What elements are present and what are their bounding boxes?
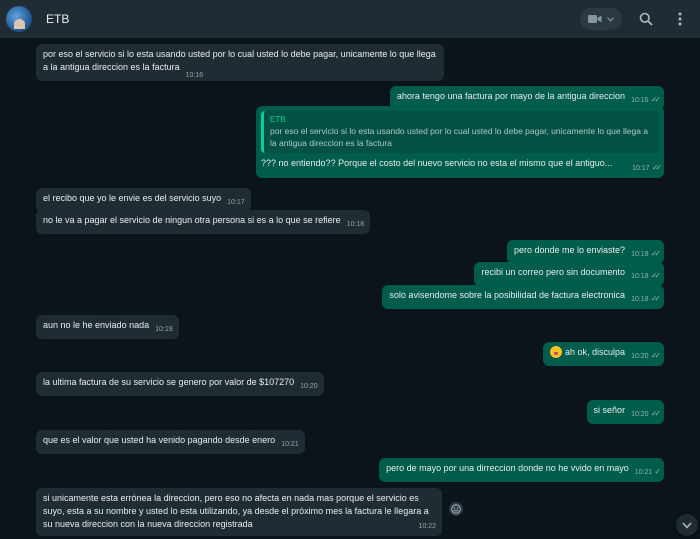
- message-incoming[interactable]: si unicamente esta errónea la direccion,…: [36, 488, 442, 536]
- message-time: 10:18: [346, 221, 365, 228]
- quoted-message[interactable]: ETB por eso el servicio si lo esta usand…: [261, 111, 659, 153]
- chat-header: ETB: [0, 0, 700, 38]
- message-text: no le va a pagar el servicio de ningun o…: [43, 215, 341, 225]
- message-outgoing[interactable]: pero donde me lo enviaste? 10:18 ✓✓: [506, 240, 664, 264]
- read-ticks-icon: ✓✓: [651, 163, 663, 172]
- message-text: recibi un correo pero sin documento: [481, 267, 626, 277]
- message-text: el recibo que yo le envie es del servici…: [43, 193, 222, 203]
- message-outgoing[interactable]: solo avisendome sobre la posibilidad de …: [382, 285, 664, 309]
- message-incoming[interactable]: que es el valor que usted ha venido paga…: [36, 430, 305, 454]
- chat-area[interactable]: por eso el servicio si lo esta usando us…: [0, 38, 700, 539]
- message-outgoing[interactable]: si señor 10:20 ✓✓: [586, 400, 664, 424]
- message-time: 10:17 ✓✓: [632, 163, 663, 172]
- read-ticks-icon: ✓✓: [650, 409, 662, 418]
- chevron-down-icon: [607, 16, 614, 22]
- message-text: si unicamente esta errónea la direccion,…: [43, 493, 429, 529]
- kebab-menu-icon: [678, 12, 682, 26]
- message-time: 10:18 ✓✓: [631, 271, 662, 280]
- message-outgoing[interactable]: pero de mayo por una dirreccion donde no…: [379, 458, 664, 482]
- menu-button[interactable]: [670, 9, 690, 29]
- message-incoming[interactable]: el recibo que yo le envie es del servici…: [36, 188, 251, 212]
- read-ticks-icon: ✓✓: [650, 294, 662, 303]
- chevron-down-icon: [682, 522, 692, 529]
- read-ticks-icon: ✓✓: [650, 249, 662, 258]
- video-call-button[interactable]: [580, 8, 622, 30]
- message-time: 10:19: [155, 326, 173, 333]
- message-text: solo avisendome sobre la posibilidad de …: [389, 290, 626, 300]
- message-outgoing-reply[interactable]: ETB por eso el servicio si lo esta usand…: [256, 106, 664, 178]
- message-text: ??? no entiendo?? Porque el costo del nu…: [261, 158, 613, 168]
- read-ticks-icon: ✓✓: [650, 351, 662, 360]
- message-text: aun no le he enviado nada: [43, 320, 150, 330]
- message-time: 10:20 ✓✓: [631, 409, 662, 418]
- video-camera-icon: [588, 15, 602, 23]
- message-incoming[interactable]: aun no le he enviado nada 10:19: [36, 315, 179, 339]
- quote-author: ETB: [270, 115, 286, 124]
- react-button[interactable]: [449, 502, 463, 516]
- message-text: que es el valor que usted ha venido paga…: [43, 435, 276, 445]
- message-text: por eso el servicio si lo esta usando us…: [43, 49, 436, 72]
- read-ticks-icon: ✓✓: [650, 271, 662, 280]
- message-text: la ultima factura de su servicio se gene…: [43, 377, 295, 387]
- message-outgoing[interactable]: ah ok, disculpa 10:20 ✓✓: [543, 342, 664, 366]
- quote-text: por eso el servicio si lo esta usando us…: [270, 126, 649, 148]
- message-time: 10:16 ✓✓: [631, 95, 662, 104]
- message-text: si señor: [593, 405, 626, 415]
- message-time: 10:21: [281, 441, 299, 448]
- message-time: 10:22: [418, 523, 436, 530]
- message-time: 10:18 ✓✓: [631, 249, 662, 258]
- message-text: ah ok, disculpa: [565, 347, 626, 357]
- message-time: 10:16: [185, 72, 204, 79]
- message-time: 10:18 ✓✓: [631, 294, 662, 303]
- read-ticks-icon: ✓: [654, 467, 660, 476]
- message-time: 10:21 ✓: [634, 467, 661, 476]
- contact-avatar[interactable]: [6, 6, 32, 32]
- message-incoming[interactable]: la ultima factura de su servicio se gene…: [36, 372, 324, 396]
- message-text: pero donde me lo enviaste?: [513, 245, 626, 255]
- header-actions: [580, 8, 690, 30]
- read-ticks-icon: ✓✓: [650, 95, 662, 104]
- message-time: 10:17: [227, 199, 245, 206]
- search-button[interactable]: [636, 9, 656, 29]
- message-time: 10:20 ✓✓: [631, 351, 662, 360]
- message-incoming[interactable]: no le va a pagar el servicio de ningun o…: [36, 210, 371, 234]
- message-incoming[interactable]: por eso el servicio si lo esta usando us…: [36, 44, 444, 81]
- message-text: ahora tengo una factura por mayo de la a…: [396, 91, 626, 101]
- message-text: pero de mayo por una dirreccion donde no…: [386, 463, 629, 473]
- smiley-icon: [451, 504, 461, 514]
- message-outgoing[interactable]: recibi un correo pero sin documento 10:18…: [474, 262, 664, 286]
- message-time: 10:20: [300, 383, 318, 390]
- contact-name[interactable]: ETB: [46, 12, 69, 26]
- scroll-down-button[interactable]: [676, 514, 698, 536]
- search-icon: [639, 12, 653, 26]
- face-with-tongue-emoji: [550, 346, 563, 358]
